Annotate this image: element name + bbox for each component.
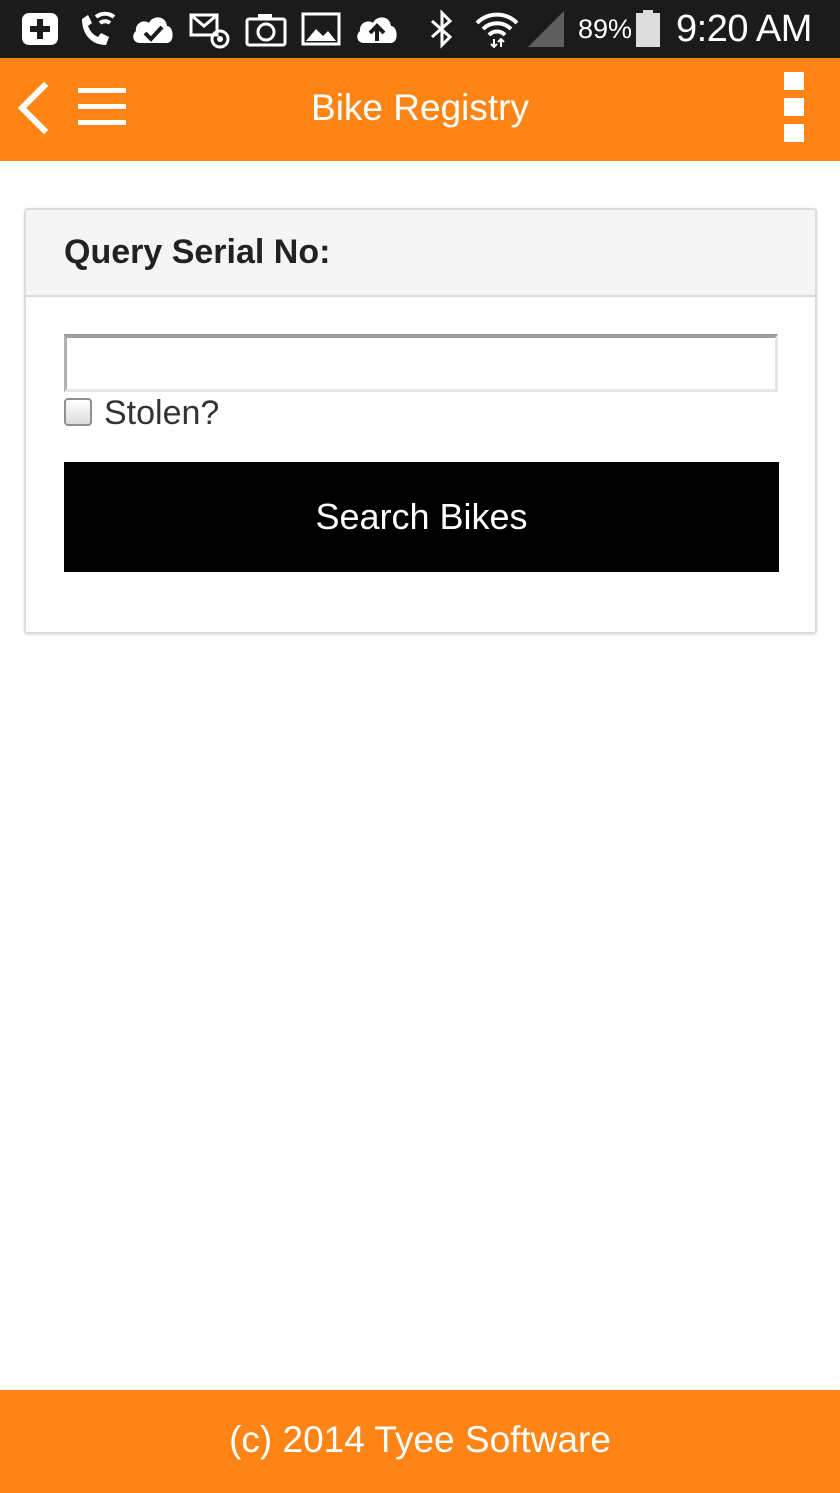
chevron-left-icon — [17, 81, 49, 135]
back-button[interactable] — [10, 80, 56, 136]
image-icon — [301, 12, 341, 46]
card-header: Query Serial No: — [26, 210, 815, 297]
copyright-text: (c) 2014 Tyee Software — [229, 1419, 611, 1460]
footer: (c) 2014 Tyee Software — [0, 1390, 840, 1493]
search-bikes-button[interactable]: Search Bikes — [64, 462, 779, 572]
card-title: Query Serial No: — [64, 233, 331, 271]
battery-icon — [636, 10, 660, 47]
app-bar: Bike Registry — [0, 58, 840, 161]
stolen-checkbox[interactable] — [64, 398, 92, 426]
status-bar: 89% 9:20 AM — [0, 0, 840, 58]
camera-icon — [245, 14, 287, 47]
more-vertical-icon — [784, 72, 804, 142]
cell-signal-icon — [528, 11, 564, 47]
add-box-icon — [22, 13, 58, 45]
wifi-call-icon — [82, 11, 116, 45]
wifi-icon — [475, 12, 519, 49]
search-card: Query Serial No: Stolen? Search Bikes — [24, 208, 817, 634]
cloud-upload-icon — [357, 17, 397, 43]
email-sync-icon — [189, 13, 230, 49]
cloud-done-icon — [133, 17, 173, 43]
clock-time: 9:20 AM — [676, 8, 812, 50]
menu-button[interactable] — [74, 82, 132, 132]
bluetooth-icon — [431, 9, 453, 49]
overflow-menu-button[interactable] — [776, 68, 812, 148]
hamburger-menu-icon — [78, 88, 126, 125]
battery-percent: 89% — [578, 14, 633, 44]
serial-number-input[interactable] — [64, 334, 778, 392]
stolen-checkbox-label[interactable]: Stolen? — [104, 388, 219, 438]
